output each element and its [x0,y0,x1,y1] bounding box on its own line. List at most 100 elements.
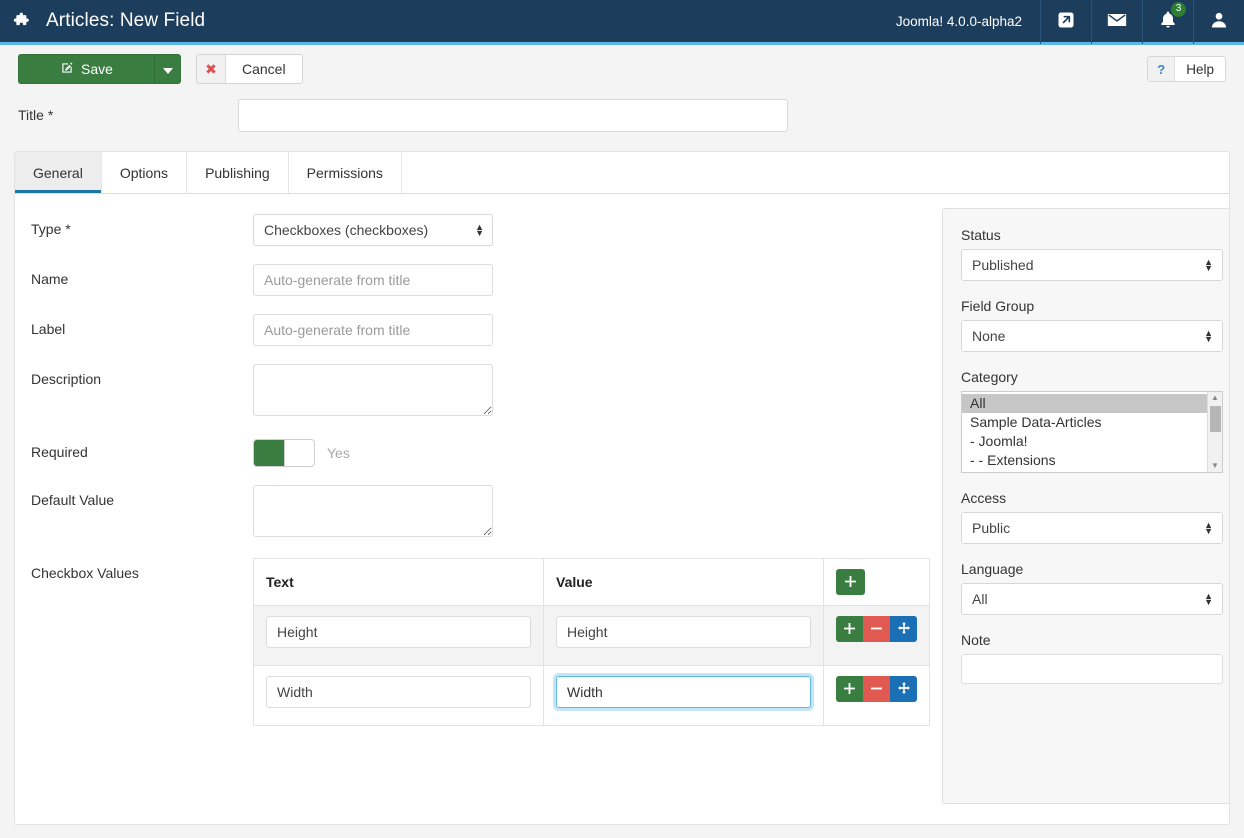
envelope-icon [1106,9,1128,34]
plus-icon [844,622,855,637]
label-label: Label [31,321,66,337]
row-actions-cell [823,665,930,726]
messages-button[interactable] [1091,0,1142,44]
save-button-group: Save [18,54,181,84]
plus-icon [844,682,855,697]
description-textarea[interactable] [253,364,493,416]
row-value-input-0[interactable] [556,616,811,648]
required-label: Required [31,444,88,460]
save-dropdown-button[interactable] [154,54,181,84]
external-link-icon [1056,10,1076,33]
row-remove-button-1[interactable] [863,676,890,702]
row-move-handle-0[interactable] [890,616,917,642]
field-settings-panel: Status Published ▲ ▼ Field Group None ▲ ▼ … [942,208,1229,804]
row-value-cell [543,605,824,666]
move-icon [897,621,910,637]
note-input[interactable] [961,654,1223,684]
user-menu-button[interactable] [1193,0,1244,44]
field-group-select-value: None [972,328,1006,344]
joomla-version-label: Joomla! 4.0.0-alpha2 [895,13,1022,29]
field-row-description: Description [31,364,930,419]
sidebar-field-language: Language All ▲ ▼ [961,561,1223,615]
chevron-updown-icon: ▲ ▼ [1204,328,1213,344]
status-select-value: Published [972,257,1034,273]
cancel-button-group[interactable]: ✖ Cancel [196,54,303,84]
status-select[interactable]: Published ▲ ▼ [961,249,1223,281]
column-header-actions [823,558,930,606]
tab-publishing[interactable]: Publishing [187,152,289,193]
description-label: Description [31,371,102,387]
category-scrollbar[interactable]: ▲ ▼ [1207,392,1222,472]
notifications-badge: 3 [1171,1,1186,17]
preview-site-button[interactable] [1040,0,1091,44]
label-input[interactable] [253,314,493,346]
category-label: Category [961,369,1018,385]
list-item[interactable]: - Joomla! [962,432,1222,451]
minus-icon [871,622,882,637]
default-value-textarea[interactable] [253,485,493,537]
scrollbar-thumb[interactable] [1210,406,1221,432]
access-label: Access [961,490,1007,506]
note-label: Note [961,632,991,648]
list-item[interactable]: Sample Data-Articles [962,413,1222,432]
language-select-value: All [972,591,988,607]
help-button-label[interactable]: Help [1175,57,1225,81]
field-row-name: Name [31,264,930,296]
row-remove-button-0[interactable] [863,616,890,642]
add-row-button[interactable] [836,569,865,595]
tab-options[interactable]: Options [102,152,188,193]
question-mark-icon: ? [1148,57,1176,81]
field-row-type: Type * Checkboxes (checkboxes) ▲ ▼ [31,214,930,246]
save-button-label: Save [81,61,113,77]
header-left-group: Articles: New Field [0,10,886,32]
required-toggle[interactable] [253,439,315,467]
table-header-row: Text Value [253,558,930,606]
field-row-required: Required Yes [31,437,930,467]
tab-permissions[interactable]: Permissions [289,152,402,193]
type-select[interactable]: Checkboxes (checkboxes) ▲ ▼ [253,214,493,246]
language-select[interactable]: All ▲ ▼ [961,583,1223,615]
field-group-select[interactable]: None ▲ ▼ [961,320,1223,352]
scroll-up-icon[interactable]: ▲ [1211,394,1219,402]
user-icon [1209,10,1229,33]
title-input[interactable] [238,98,788,132]
row-add-button-1[interactable] [836,676,863,702]
name-input[interactable] [253,264,493,296]
tab-general[interactable]: General [15,152,102,193]
field-row-label: Label [31,314,930,346]
notifications-button[interactable]: 3 [1142,0,1193,44]
save-button[interactable]: Save [18,54,154,84]
access-select-value: Public [972,520,1011,536]
table-row [253,665,930,726]
sidebar-field-status: Status Published ▲ ▼ [961,227,1223,281]
row-text-input-1[interactable] [266,676,531,708]
field-row-checkbox-values: Checkbox Values Text Value [31,558,930,726]
scroll-down-icon[interactable]: ▼ [1211,462,1219,470]
row-value-input-1[interactable] [556,676,811,708]
required-toggle-state: Yes [327,445,350,461]
access-select[interactable]: Public ▲ ▼ [961,512,1223,544]
top-header-bar: Articles: New Field Joomla! 4.0.0-alpha2 [0,0,1244,45]
row-text-cell [253,665,544,726]
row-action-group-0 [836,616,917,642]
list-item[interactable]: All [962,394,1222,413]
help-button-group[interactable]: ? Help [1147,56,1226,82]
category-listbox[interactable]: All Sample Data-Articles - Joomla! - - E… [961,391,1223,473]
cancel-button-label[interactable]: Cancel [226,55,302,83]
times-icon: ✖ [197,55,226,83]
toggle-on-track [254,440,284,466]
row-text-input-0[interactable] [266,616,531,648]
row-move-handle-1[interactable] [890,676,917,702]
title-field-row: Title * [0,93,1244,137]
list-item[interactable]: - - - Components [962,470,1222,472]
minus-icon [871,682,882,697]
tab-bar: General Options Publishing Permissions [14,151,1230,193]
puzzle-piece-icon [12,10,34,32]
list-item[interactable]: - - Extensions [962,451,1222,470]
default-value-label: Default Value [31,492,115,508]
column-header-value: Value [543,558,824,606]
main-content-card: Type * Checkboxes (checkboxes) ▲▼ Name L… [14,193,1230,825]
chevron-updown-icon: ▲ ▼ [1204,257,1213,273]
field-group-label: Field Group [961,298,1035,314]
row-add-button-0[interactable] [836,616,863,642]
